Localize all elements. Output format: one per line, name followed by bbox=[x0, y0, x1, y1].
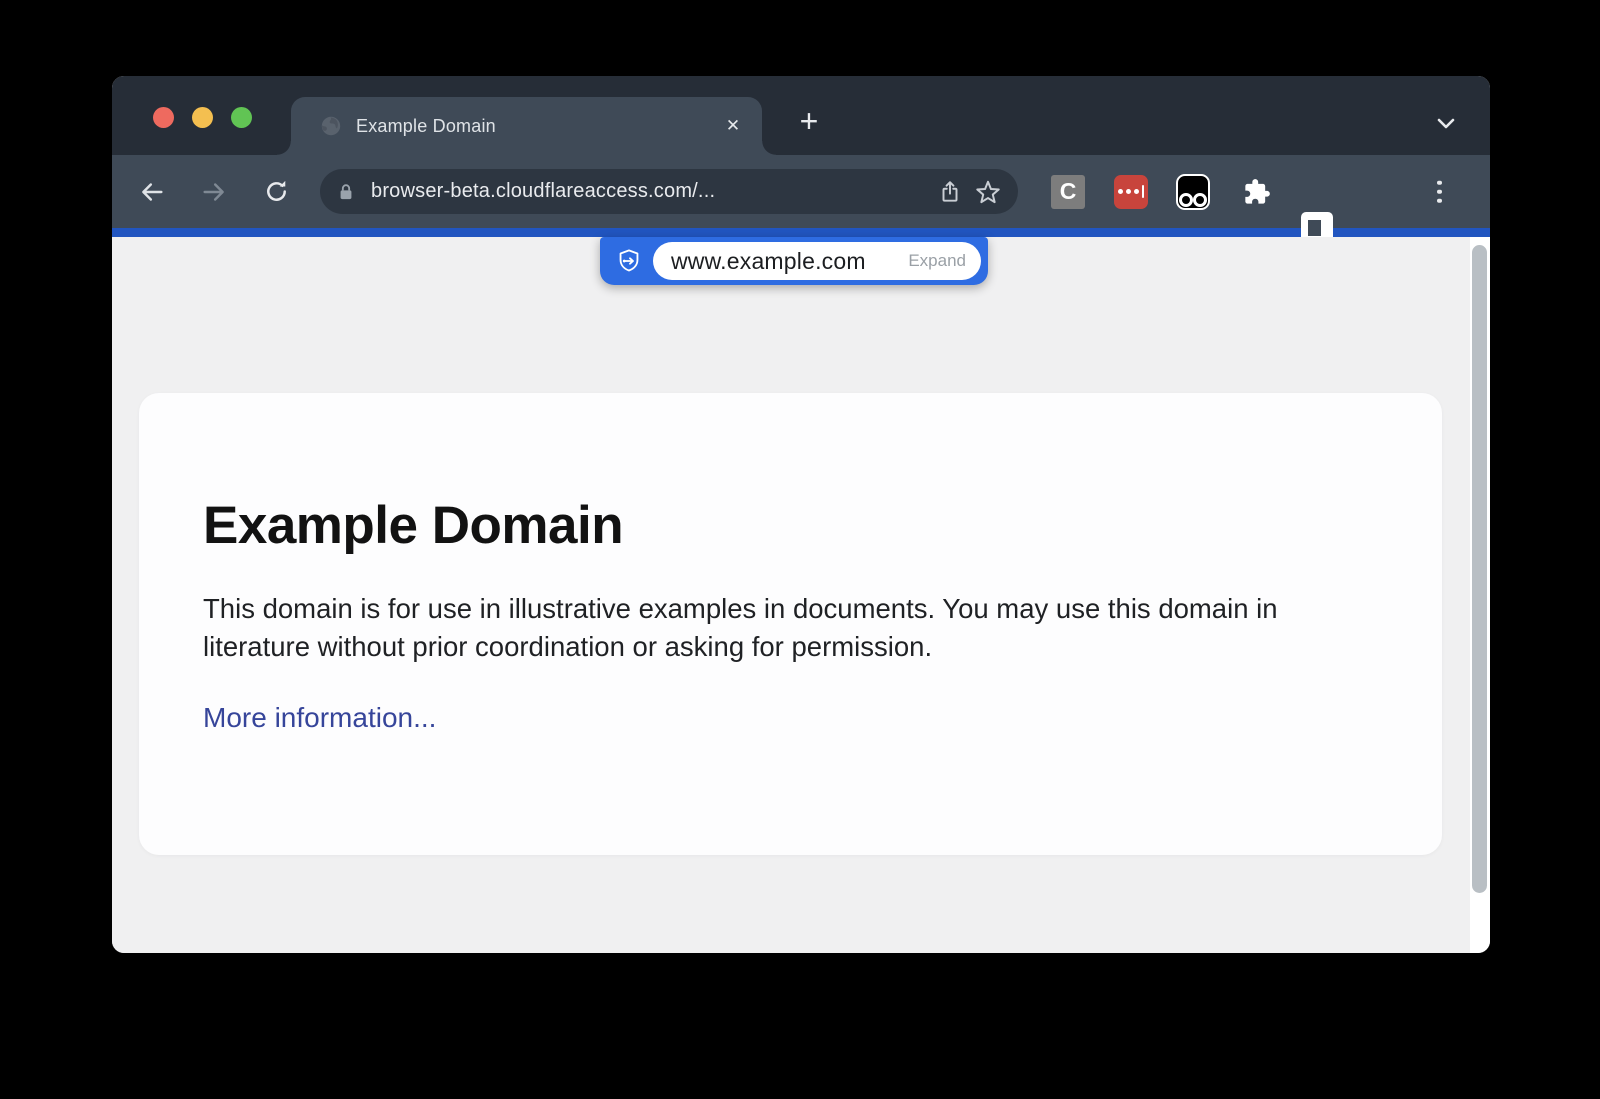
forward-button[interactable] bbox=[197, 175, 231, 209]
desktop: { "tab": { "title": "Example Domain", "c… bbox=[0, 0, 1600, 1099]
page-viewport: www.example.com Expand Example Domain Th… bbox=[112, 237, 1490, 953]
address-bar[interactable]: browser-beta.cloudflareaccess.com/... bbox=[320, 169, 1018, 214]
lock-icon bbox=[336, 181, 356, 203]
back-button[interactable] bbox=[135, 175, 169, 209]
tab-example-domain[interactable]: Example Domain ✕ bbox=[291, 97, 762, 155]
tab-strip: Example Domain ✕ + bbox=[112, 76, 1490, 155]
share-icon[interactable] bbox=[934, 176, 966, 208]
close-window-button[interactable] bbox=[153, 107, 174, 128]
page-paragraph: This domain is for use in illustrative e… bbox=[203, 590, 1363, 666]
more-information-link[interactable]: More information... bbox=[203, 702, 436, 733]
minimize-window-button[interactable] bbox=[192, 107, 213, 128]
globe-favicon-icon bbox=[321, 116, 341, 136]
web-page: www.example.com Expand Example Domain Th… bbox=[112, 237, 1470, 953]
bookmark-star-icon[interactable] bbox=[972, 176, 1004, 208]
content-card: Example Domain This domain is for use in… bbox=[139, 393, 1442, 855]
browser-toolbar: browser-beta.cloudflareaccess.com/... C bbox=[112, 155, 1490, 228]
tab-title: Example Domain bbox=[356, 116, 496, 137]
isolation-domain-field[interactable]: www.example.com Expand bbox=[653, 242, 981, 280]
scrollbar-thumb[interactable] bbox=[1472, 245, 1487, 893]
isolation-progress-bar bbox=[112, 228, 1490, 237]
maximize-window-button[interactable] bbox=[231, 107, 252, 128]
reload-button[interactable] bbox=[259, 175, 293, 209]
extensions-puzzle-icon[interactable] bbox=[1242, 177, 1272, 207]
url-text: browser-beta.cloudflareaccess.com/... bbox=[371, 180, 928, 203]
isolation-url-pill[interactable]: www.example.com Expand bbox=[600, 237, 988, 285]
browser-menu-kebab-icon[interactable] bbox=[1437, 180, 1442, 203]
extension-c-icon[interactable]: C bbox=[1051, 175, 1085, 209]
isolation-expand-button[interactable]: Expand bbox=[908, 251, 966, 271]
page-heading: Example Domain bbox=[203, 495, 1378, 556]
browser-window: Example Domain ✕ + bbox=[112, 76, 1490, 953]
isolation-domain-text: www.example.com bbox=[671, 248, 866, 275]
extension-password-manager-icon[interactable] bbox=[1114, 175, 1148, 209]
tab-close-icon[interactable]: ✕ bbox=[720, 113, 746, 139]
traffic-lights bbox=[153, 107, 252, 128]
scrollbar-track[interactable] bbox=[1470, 237, 1490, 953]
shield-arrow-icon bbox=[616, 248, 642, 274]
new-tab-button[interactable]: + bbox=[793, 105, 825, 137]
extension-goggles-icon[interactable] bbox=[1176, 174, 1210, 210]
tab-search-chevron-down-icon[interactable] bbox=[1434, 112, 1458, 134]
